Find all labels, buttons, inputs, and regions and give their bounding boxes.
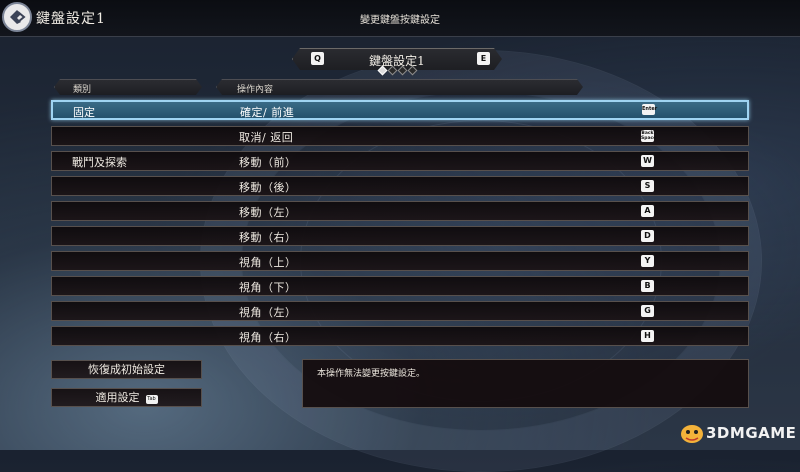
keybind-row-move-forward[interactable]: 戰鬥及探索 移動（前） W (51, 151, 749, 171)
row-operation: 視角（上） (239, 256, 297, 269)
key-b-icon: B (641, 280, 654, 292)
row-operation: 視角（左） (239, 306, 297, 319)
page-dot-4 (407, 65, 418, 76)
row-operation: 視角（下） (239, 281, 297, 294)
column-header-category: 類別 (54, 79, 202, 95)
keybind-row-move-back[interactable]: 移動（後） S (51, 176, 749, 196)
page-dot-1 (377, 65, 388, 76)
row-operation: 移動（右） (239, 231, 297, 244)
key-a-icon: A (641, 205, 654, 217)
row-operation: 取消/ 返回 (239, 131, 294, 144)
keybind-row-move-right[interactable]: 移動（右） D (51, 226, 749, 246)
row-category: 戰鬥及探索 (72, 156, 127, 169)
apply-settings-button[interactable]: 適用設定 Tab (51, 388, 202, 407)
description-panel: 本操作無法變更按鍵設定。 (302, 359, 749, 408)
header-title: 變更鍵盤按鍵設定 (360, 15, 440, 26)
row-operation: 移動（後） (239, 181, 297, 194)
keybind-row-cancel[interactable]: 取消/ 返回 Back Space (51, 126, 749, 146)
page-dot-2 (387, 65, 398, 76)
row-operation: 移動（左） (239, 206, 297, 219)
keybind-row-camera-down[interactable]: 視角（下） B (51, 276, 749, 296)
key-d-icon: D (641, 230, 654, 242)
reset-defaults-button[interactable]: 恢復成初始設定 (51, 360, 202, 379)
row-operation: 視角（右） (239, 331, 297, 344)
keybind-row-camera-right[interactable]: 視角（右） H (51, 326, 749, 346)
keybind-row-move-left[interactable]: 移動（左） A (51, 201, 749, 221)
row-category: 固定 (73, 106, 95, 119)
reset-defaults-label: 恢復成初始設定 (88, 363, 165, 376)
row-operation: 移動（前） (239, 156, 297, 169)
key-w-icon: W (641, 155, 654, 167)
description-text: 本操作無法變更按鍵設定。 (317, 369, 426, 379)
key-backspace-icon: Back Space (641, 130, 657, 142)
page-dot-3 (397, 65, 408, 76)
keybind-row-camera-up[interactable]: 視角（上） Y (51, 251, 749, 271)
key-h-icon: H (641, 330, 654, 342)
column-header-operation-label: 操作內容 (237, 85, 274, 95)
watermark-text: 3DMGAME (706, 424, 797, 442)
key-tab-icon: Tab (145, 395, 158, 404)
key-s-icon: S (641, 180, 654, 192)
keybind-row-confirm[interactable]: 固定 確定/ 前進 Enter (51, 100, 749, 120)
key-y-icon: Y (641, 255, 654, 267)
column-header-category-label: 類別 (73, 85, 92, 95)
key-enter-icon: Enter (642, 104, 657, 115)
row-operation: 確定/ 前進 (240, 106, 295, 119)
preset-page-indicator (375, 65, 425, 76)
column-header-operation: 操作內容 (216, 79, 583, 95)
apply-settings-label: 適用設定 (95, 391, 140, 404)
keybind-row-camera-left[interactable]: 視角（左） G (51, 301, 749, 321)
key-g-icon: G (641, 305, 654, 317)
top-bar: 鍵盤設定1 變更鍵盤按鍵設定 (0, 0, 800, 37)
